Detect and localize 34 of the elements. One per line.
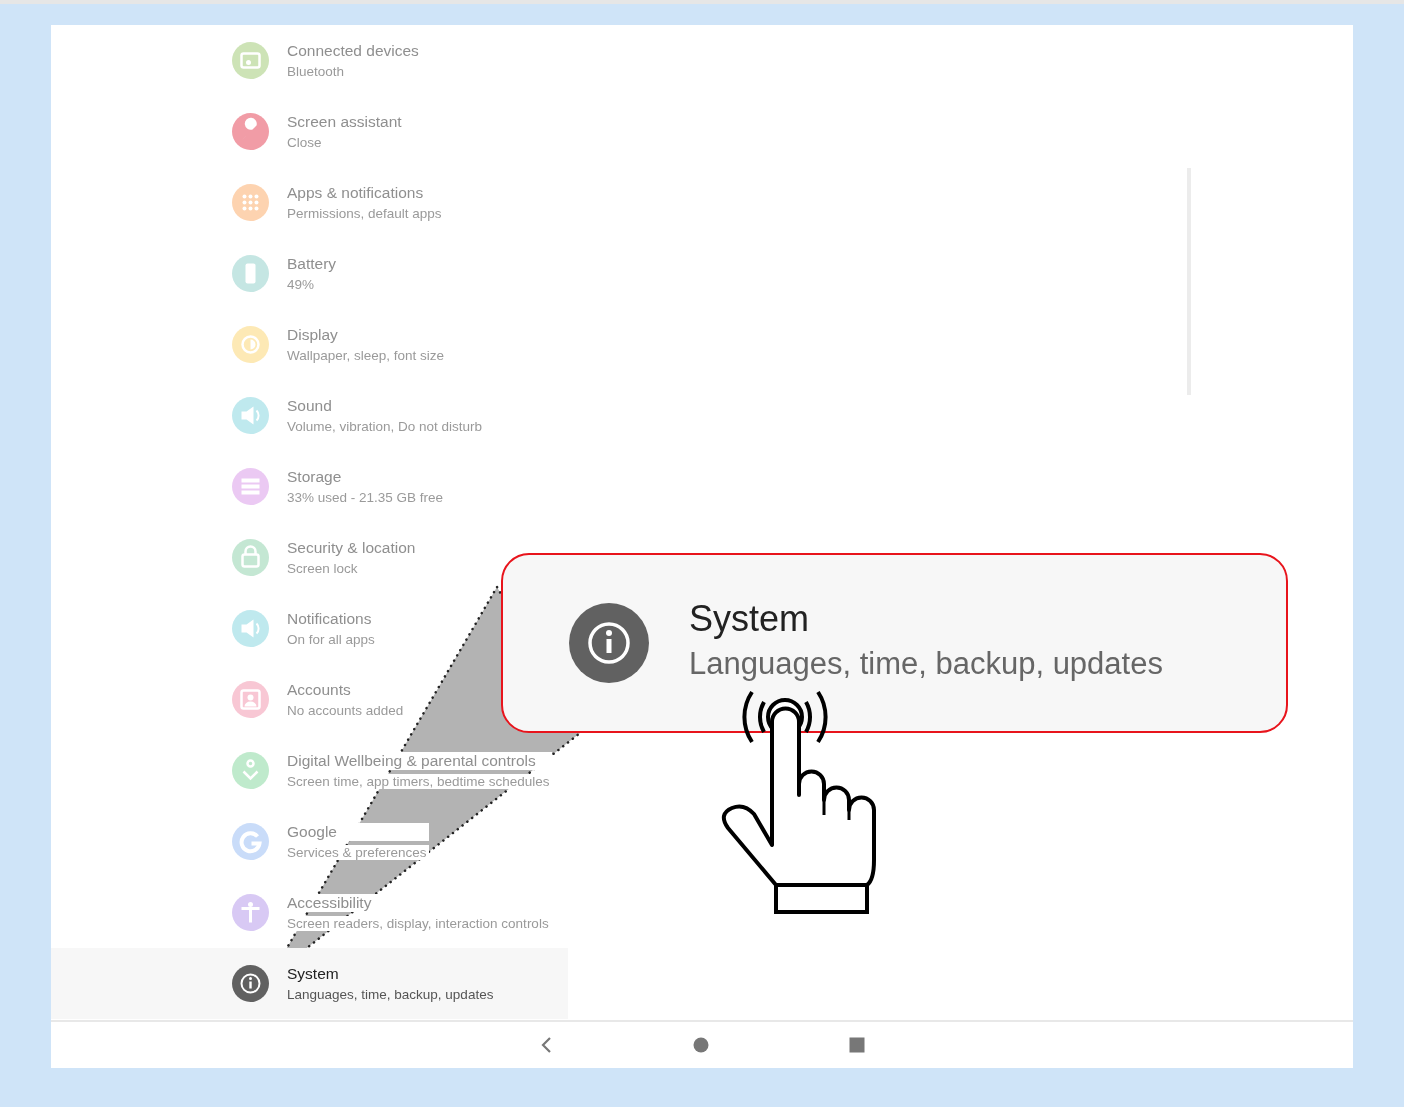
info-icon xyxy=(569,603,649,683)
setting-subtitle: Permissions, default apps xyxy=(287,206,444,221)
settings-row[interactable]: Security & location Screen lock xyxy=(51,522,418,593)
setting-title: System xyxy=(287,965,340,983)
setting-subtitle: Services & preferences xyxy=(287,845,429,860)
settings-row[interactable]: Apps & notifications Permissions, default apps xyxy=(51,167,444,238)
settings-row[interactable]: Digital Wellbeing & parental controls Screen time, app timers, bedtime schedules xyxy=(51,735,552,806)
settings-row[interactable]: Accessibility Screen readers, display, interaction controls xyxy=(51,877,551,948)
setting-subtitle: Screen time, app timers, bedtime schedules xyxy=(287,774,552,789)
settings-row[interactable]: Screen assistant Close xyxy=(51,96,404,167)
settings-row[interactable]: Sound Volume, vibration, Do not disturb xyxy=(51,380,485,451)
back-icon[interactable] xyxy=(539,1036,553,1054)
setting-subtitle: Volume, vibration, Do not disturb xyxy=(287,419,485,434)
setting-subtitle: No accounts added xyxy=(287,703,406,718)
setting-subtitle: On for all apps xyxy=(287,632,377,647)
settings-row[interactable]: Display Wallpaper, sleep, font size xyxy=(51,309,447,380)
settings-row[interactable]: System Languages, time, backup, updates xyxy=(51,948,568,1019)
setting-title: Google xyxy=(287,823,429,841)
settings-row[interactable]: Storage 33% used - 21.35 GB free xyxy=(51,451,446,522)
setting-subtitle: Screen readers, display, interaction controls xyxy=(287,916,551,931)
setting-subtitle: 33% used - 21.35 GB free xyxy=(287,490,446,505)
setting-subtitle: Wallpaper, sleep, font size xyxy=(287,348,447,363)
callout-subtitle: Languages, time, backup, updates xyxy=(689,646,1163,682)
settings-row[interactable]: Google Services & preferences xyxy=(51,806,429,877)
setting-subtitle: Languages, time, backup, updates xyxy=(287,987,494,1002)
recents-icon[interactable] xyxy=(849,1037,865,1053)
settings-row[interactable]: Notifications On for all apps xyxy=(51,593,377,664)
setting-title: Digital Wellbeing & parental controls xyxy=(287,752,552,770)
settings-row[interactable]: Battery 49% xyxy=(51,238,339,309)
settings-row[interactable]: Connected devices Bluetooth xyxy=(51,25,421,96)
settings-row[interactable]: Accounts No accounts added xyxy=(51,664,406,735)
home-icon[interactable] xyxy=(693,1037,709,1053)
setting-title: Security & location xyxy=(287,539,418,557)
callout-title: System xyxy=(689,598,811,640)
